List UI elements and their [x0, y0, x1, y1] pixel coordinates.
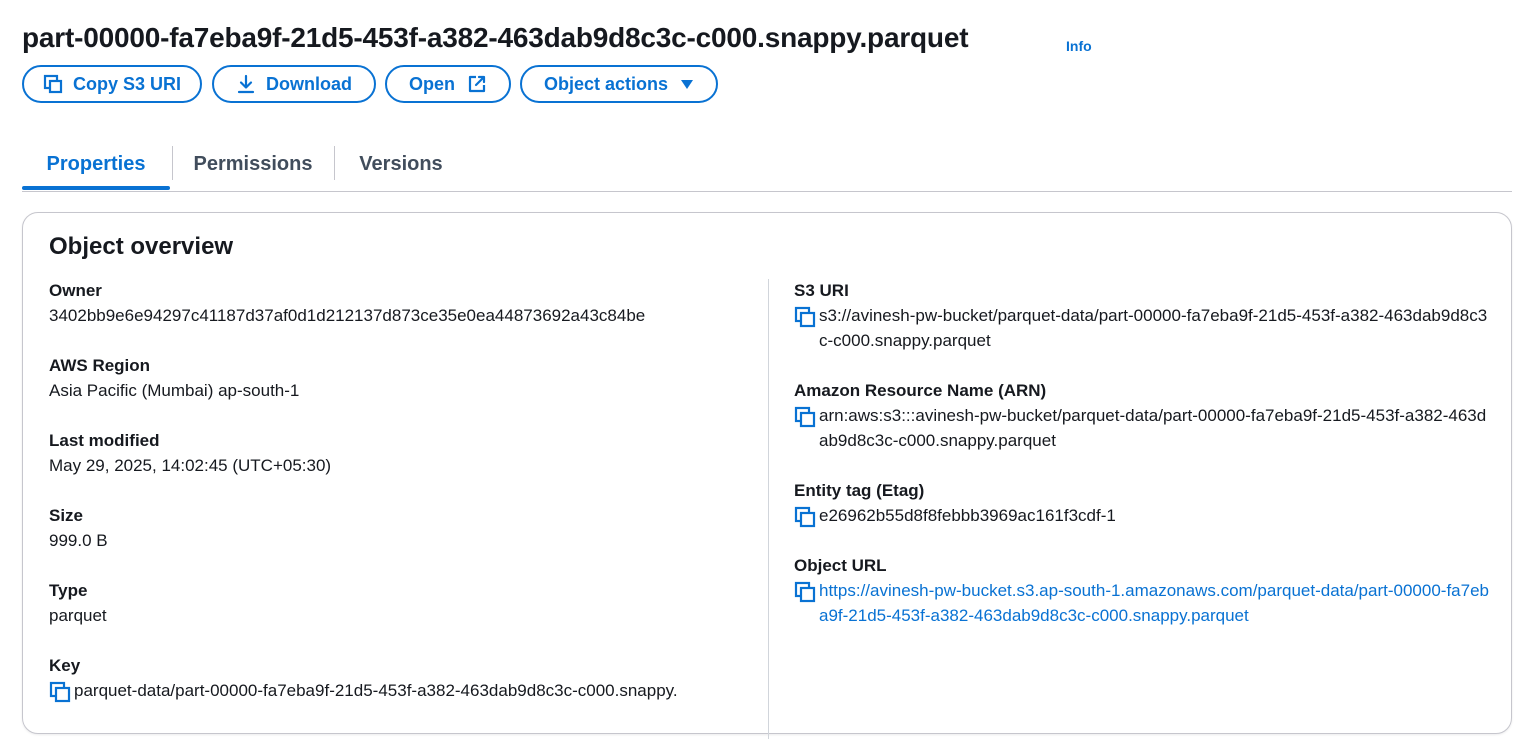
type-value: parquet: [49, 606, 107, 625]
s3-uri-value: s3://avinesh-pw-bucket/parquet-data/part…: [819, 306, 1488, 350]
size-field: Size 999.0 B: [49, 503, 108, 553]
key-value: parquet-data/part-00000-fa7eba9f-21d5-45…: [74, 681, 678, 700]
arn-label: Amazon Resource Name (ARN): [794, 381, 1047, 400]
column-divider: [768, 279, 769, 739]
s3-uri-label: S3 URI: [794, 281, 849, 300]
etag-value: e26962b55d8f8febbb3969ac161f3cdf-1: [819, 506, 1116, 525]
object-url-field: Object URL https://avinesh-pw-bucket.s3.…: [794, 553, 1494, 628]
tab-bar: Properties Permissions Versions: [22, 140, 1512, 192]
region-label: AWS Region: [49, 356, 151, 375]
tab-divider: [172, 146, 173, 180]
s3-uri-field: S3 URI s3://avinesh-pw-bucket/parquet-da…: [794, 278, 1494, 353]
last-modified-field: Last modified May 29, 2025, 14:02:45 (UT…: [49, 428, 331, 478]
open-button[interactable]: Open: [385, 65, 511, 103]
region-value: Asia Pacific (Mumbai) ap-south-1: [49, 381, 300, 400]
object-actions-button[interactable]: Object actions: [520, 65, 718, 103]
copy-icon[interactable]: [794, 306, 816, 328]
external-link-icon: [467, 74, 487, 94]
region-field: AWS Region Asia Pacific (Mumbai) ap-sout…: [49, 353, 299, 403]
last-modified-label: Last modified: [49, 431, 160, 450]
etag-field: Entity tag (Etag) e26962b55d8f8febbb3969…: [794, 478, 1494, 528]
download-button[interactable]: Download: [212, 65, 376, 103]
page-title: part-00000-fa7eba9f-21d5-453f-a382-463da…: [22, 22, 969, 53]
type-field: Type parquet: [49, 578, 107, 628]
download-icon: [236, 74, 256, 94]
info-link[interactable]: Info: [1066, 38, 1092, 54]
object-url-label: Object URL: [794, 556, 887, 575]
copy-icon[interactable]: [794, 406, 816, 428]
key-field: Key parquet-data/part-00000-fa7eba9f-21d…: [49, 653, 749, 703]
section-title: Object overview: [49, 233, 234, 260]
size-label: Size: [49, 506, 84, 525]
etag-label: Entity tag (Etag): [794, 481, 925, 500]
tab-divider: [334, 146, 335, 180]
arn-field: Amazon Resource Name (ARN) arn:aws:s3:::…: [794, 378, 1494, 453]
owner-field: Owner 3402bb9e6e94297c41187d37af0d1d2121…: [49, 278, 645, 328]
type-label: Type: [49, 581, 88, 600]
copy-s3-uri-button[interactable]: Copy S3 URI: [22, 65, 202, 103]
size-value: 999.0 B: [49, 531, 108, 550]
tab-permissions[interactable]: Permissions: [184, 140, 322, 188]
owner-value: 3402bb9e6e94297c41187d37af0d1d212137d873…: [49, 306, 646, 325]
copy-icon[interactable]: [49, 681, 71, 703]
copy-icon[interactable]: [794, 506, 816, 528]
copy-icon[interactable]: [794, 581, 816, 603]
open-label: Open: [408, 73, 455, 94]
owner-label: Owner: [49, 281, 102, 300]
copy-icon: [43, 74, 63, 94]
arn-value: arn:aws:s3:::avinesh-pw-bucket/parquet-d…: [819, 406, 1487, 450]
key-label: Key: [49, 656, 81, 675]
object-url-link[interactable]: https://avinesh-pw-bucket.s3.ap-south-1.…: [819, 578, 1494, 628]
tab-versions[interactable]: Versions: [346, 140, 456, 188]
copy-s3-uri-label: Copy S3 URI: [72, 73, 182, 94]
caret-down-icon: [680, 78, 694, 90]
object-overview-panel: Object overview Owner 3402bb9e6e94297c41…: [22, 212, 1512, 739]
object-actions-label: Object actions: [543, 73, 669, 94]
tab-properties[interactable]: Properties: [22, 140, 170, 190]
last-modified-value: May 29, 2025, 14:02:45 (UTC+05:30): [49, 456, 332, 475]
download-label: Download: [266, 73, 352, 94]
